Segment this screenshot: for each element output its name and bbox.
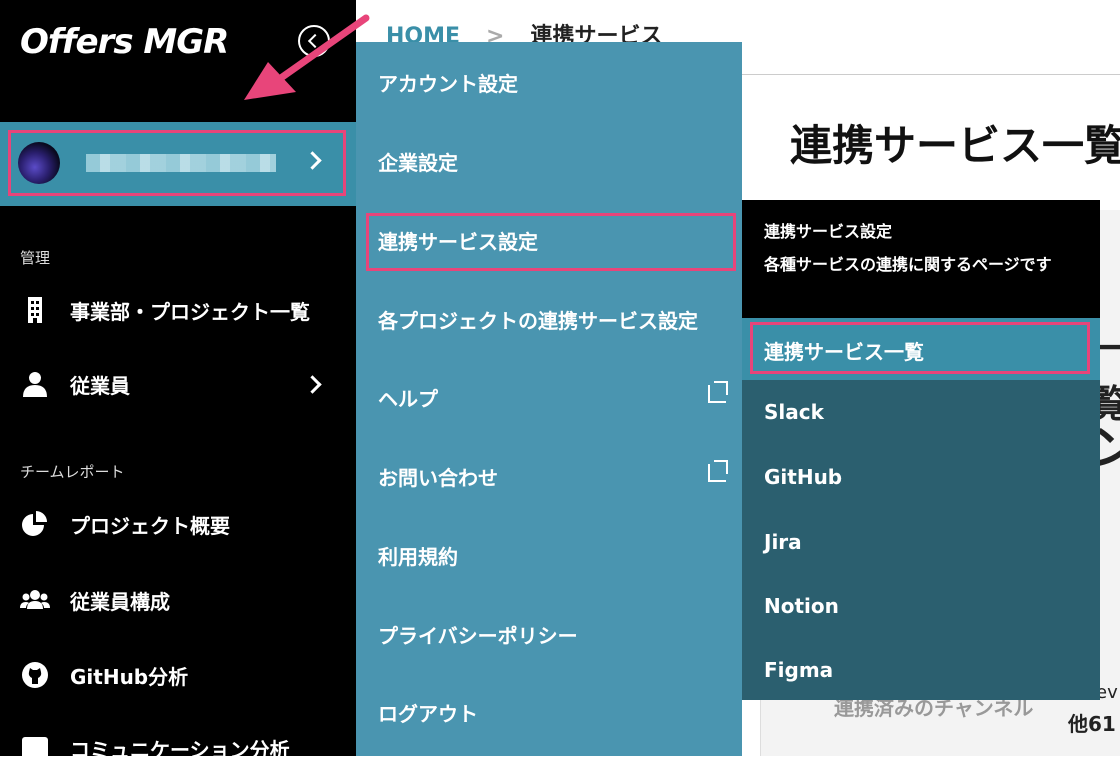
menu-item-company-settings[interactable]: 企業設定 (378, 141, 728, 181)
sidebar-item-communication-analysis[interactable]: コミュニケーション分析 (20, 728, 336, 768)
menu-item-contact[interactable]: お問い合わせ (378, 456, 728, 496)
user-icon (20, 371, 50, 397)
github-icon (20, 662, 50, 688)
chat-icon (20, 735, 50, 761)
menu-item-help[interactable]: ヘルプ (378, 377, 728, 417)
sidebar-item-label: プロジェクト概要 (70, 513, 230, 538)
user-account-button[interactable] (0, 122, 356, 206)
annotation-highlight-box (750, 322, 1090, 374)
submenu-item-github[interactable]: GitHub (764, 465, 842, 489)
page-title: 連携サービス一覧 (790, 121, 1120, 170)
sidebar-item-label: 従業員 (70, 373, 130, 398)
collapse-sidebar-button[interactable] (298, 25, 330, 57)
submenu-header: 連携サービス設定 各種サービスの連携に関するページです (742, 200, 1100, 318)
avatar (18, 142, 60, 184)
sidebar-item-label: GitHub分析 (70, 664, 189, 689)
submenu-item-jira[interactable]: Jira (764, 530, 802, 554)
header-divider (742, 74, 1120, 75)
menu-item-terms[interactable]: 利用規約 (378, 535, 728, 575)
submenu-title: 連携サービス設定 (764, 222, 893, 241)
pie-chart-icon (20, 511, 50, 537)
integration-submenu: 連携サービス設定 各種サービスの連携に関するページです 連携サービス一覧 Sla… (742, 200, 1100, 700)
user-name-blurred (86, 154, 276, 172)
annotation-highlight-box (366, 213, 736, 271)
building-icon (20, 297, 50, 323)
sidebar-item-departments[interactable]: 事業部・プロジェクト一覧 (20, 290, 336, 330)
menu-item-label: お問い合わせ (378, 465, 498, 490)
menu-item-label: ヘルプ (378, 386, 438, 411)
sidebar-item-label: 従業員構成 (70, 589, 170, 614)
menu-item-logout[interactable]: ログアウト (378, 692, 728, 732)
sidebar-item-github-analysis[interactable]: GitHub分析 (20, 655, 336, 695)
submenu-item-figma[interactable]: Figma (764, 658, 833, 682)
app-logo[interactable]: Offers MGR (20, 22, 229, 62)
sidebar-item-project-overview[interactable]: プロジェクト概要 (20, 504, 336, 544)
submenu-item-slack[interactable]: Slack (764, 400, 824, 424)
sidebar-item-label: 事業部・プロジェクト一覧 (70, 299, 310, 324)
section-label-manage: 管理 (20, 249, 51, 267)
menu-item-account-settings[interactable]: アカウント設定 (378, 62, 728, 102)
sidebar-item-employee-composition[interactable]: 従業員構成 (20, 580, 336, 620)
sidebar-item-employees[interactable]: 従業員 (20, 364, 336, 404)
chevron-right-icon (303, 375, 322, 394)
users-icon (20, 587, 50, 613)
external-link-icon (708, 381, 728, 403)
submenu-item-notion[interactable]: Notion (764, 594, 839, 618)
external-link-icon (708, 460, 728, 482)
section-label-team-report: チームレポート (20, 463, 125, 481)
account-dropdown-menu: アカウント設定 企業設定 連携サービス設定 各プロジェクトの連携サービス設定 ヘ… (356, 42, 742, 756)
menu-item-privacy-policy[interactable]: プライバシーポリシー (378, 614, 728, 654)
channel-count-partial: 他61 (1068, 712, 1116, 736)
sidebar: Offers MGR 管理 事業部・プロジェクト一覧 従業員 チームレポート プ… (0, 0, 356, 762)
sidebar-item-label: コミュニケーション分析 (70, 737, 290, 762)
menu-item-project-integration-settings[interactable]: 各プロジェクトの連携サービス設定 (378, 299, 728, 339)
submenu-description: 各種サービスの連携に関するページです (764, 255, 1052, 274)
